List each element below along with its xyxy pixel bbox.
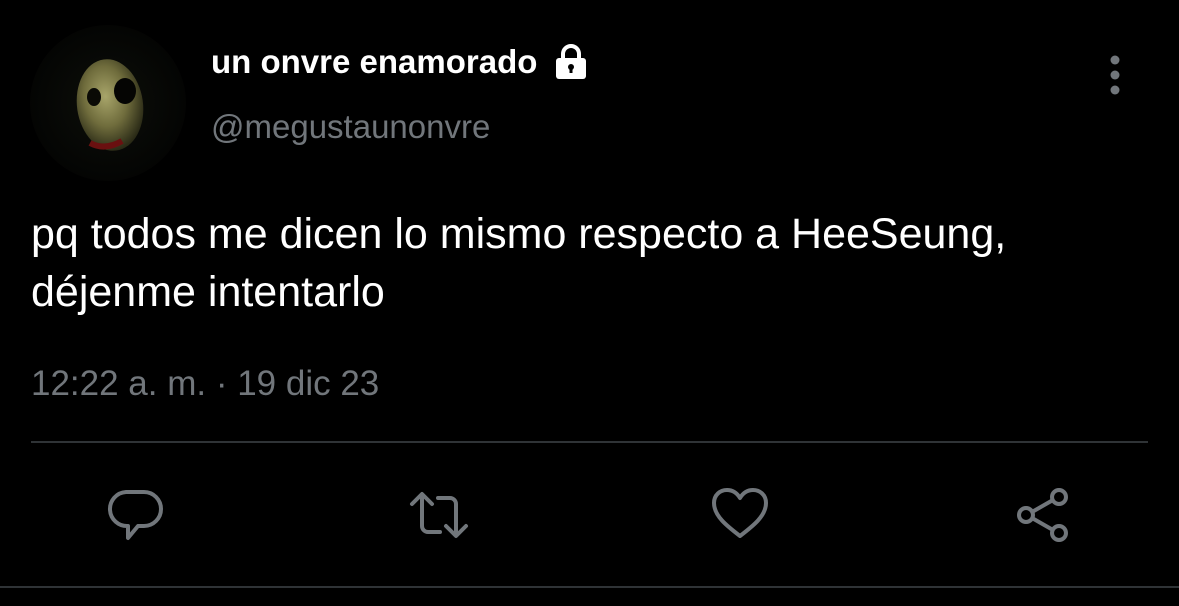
tweet-text-line-2: déjenme intentarlo (31, 268, 385, 316)
retweet-button[interactable] (408, 484, 470, 546)
avatar-face-icon (76, 59, 144, 151)
display-name[interactable]: un onvre enamorado (211, 42, 591, 82)
share-icon (1017, 488, 1068, 542)
divider (31, 441, 1148, 443)
tweet: un onvre enamorado @megustaunonvre pq to… (0, 0, 1179, 606)
avatar[interactable] (30, 25, 186, 181)
share-button[interactable] (1012, 484, 1074, 546)
bottom-divider (0, 586, 1179, 588)
like-button[interactable] (709, 484, 771, 546)
tweet-text: pq todos me dicen lo mismo respecto a He… (31, 205, 1161, 321)
retweet-icon (410, 492, 468, 538)
tweet-text-line-1: pq todos me dicen lo mismo respecto a He… (31, 210, 1007, 258)
heart-icon (712, 488, 768, 538)
reply-icon (108, 490, 163, 540)
more-vertical-icon[interactable] (1098, 54, 1134, 98)
timestamp[interactable]: 12:22 a. m. · 19 dic 23 (31, 364, 379, 404)
user-handle[interactable]: @megustaunonvre (211, 108, 490, 146)
display-name-text[interactable]: un onvre enamorado (211, 43, 537, 81)
reply-button[interactable] (104, 484, 166, 546)
lock-icon (556, 44, 587, 79)
